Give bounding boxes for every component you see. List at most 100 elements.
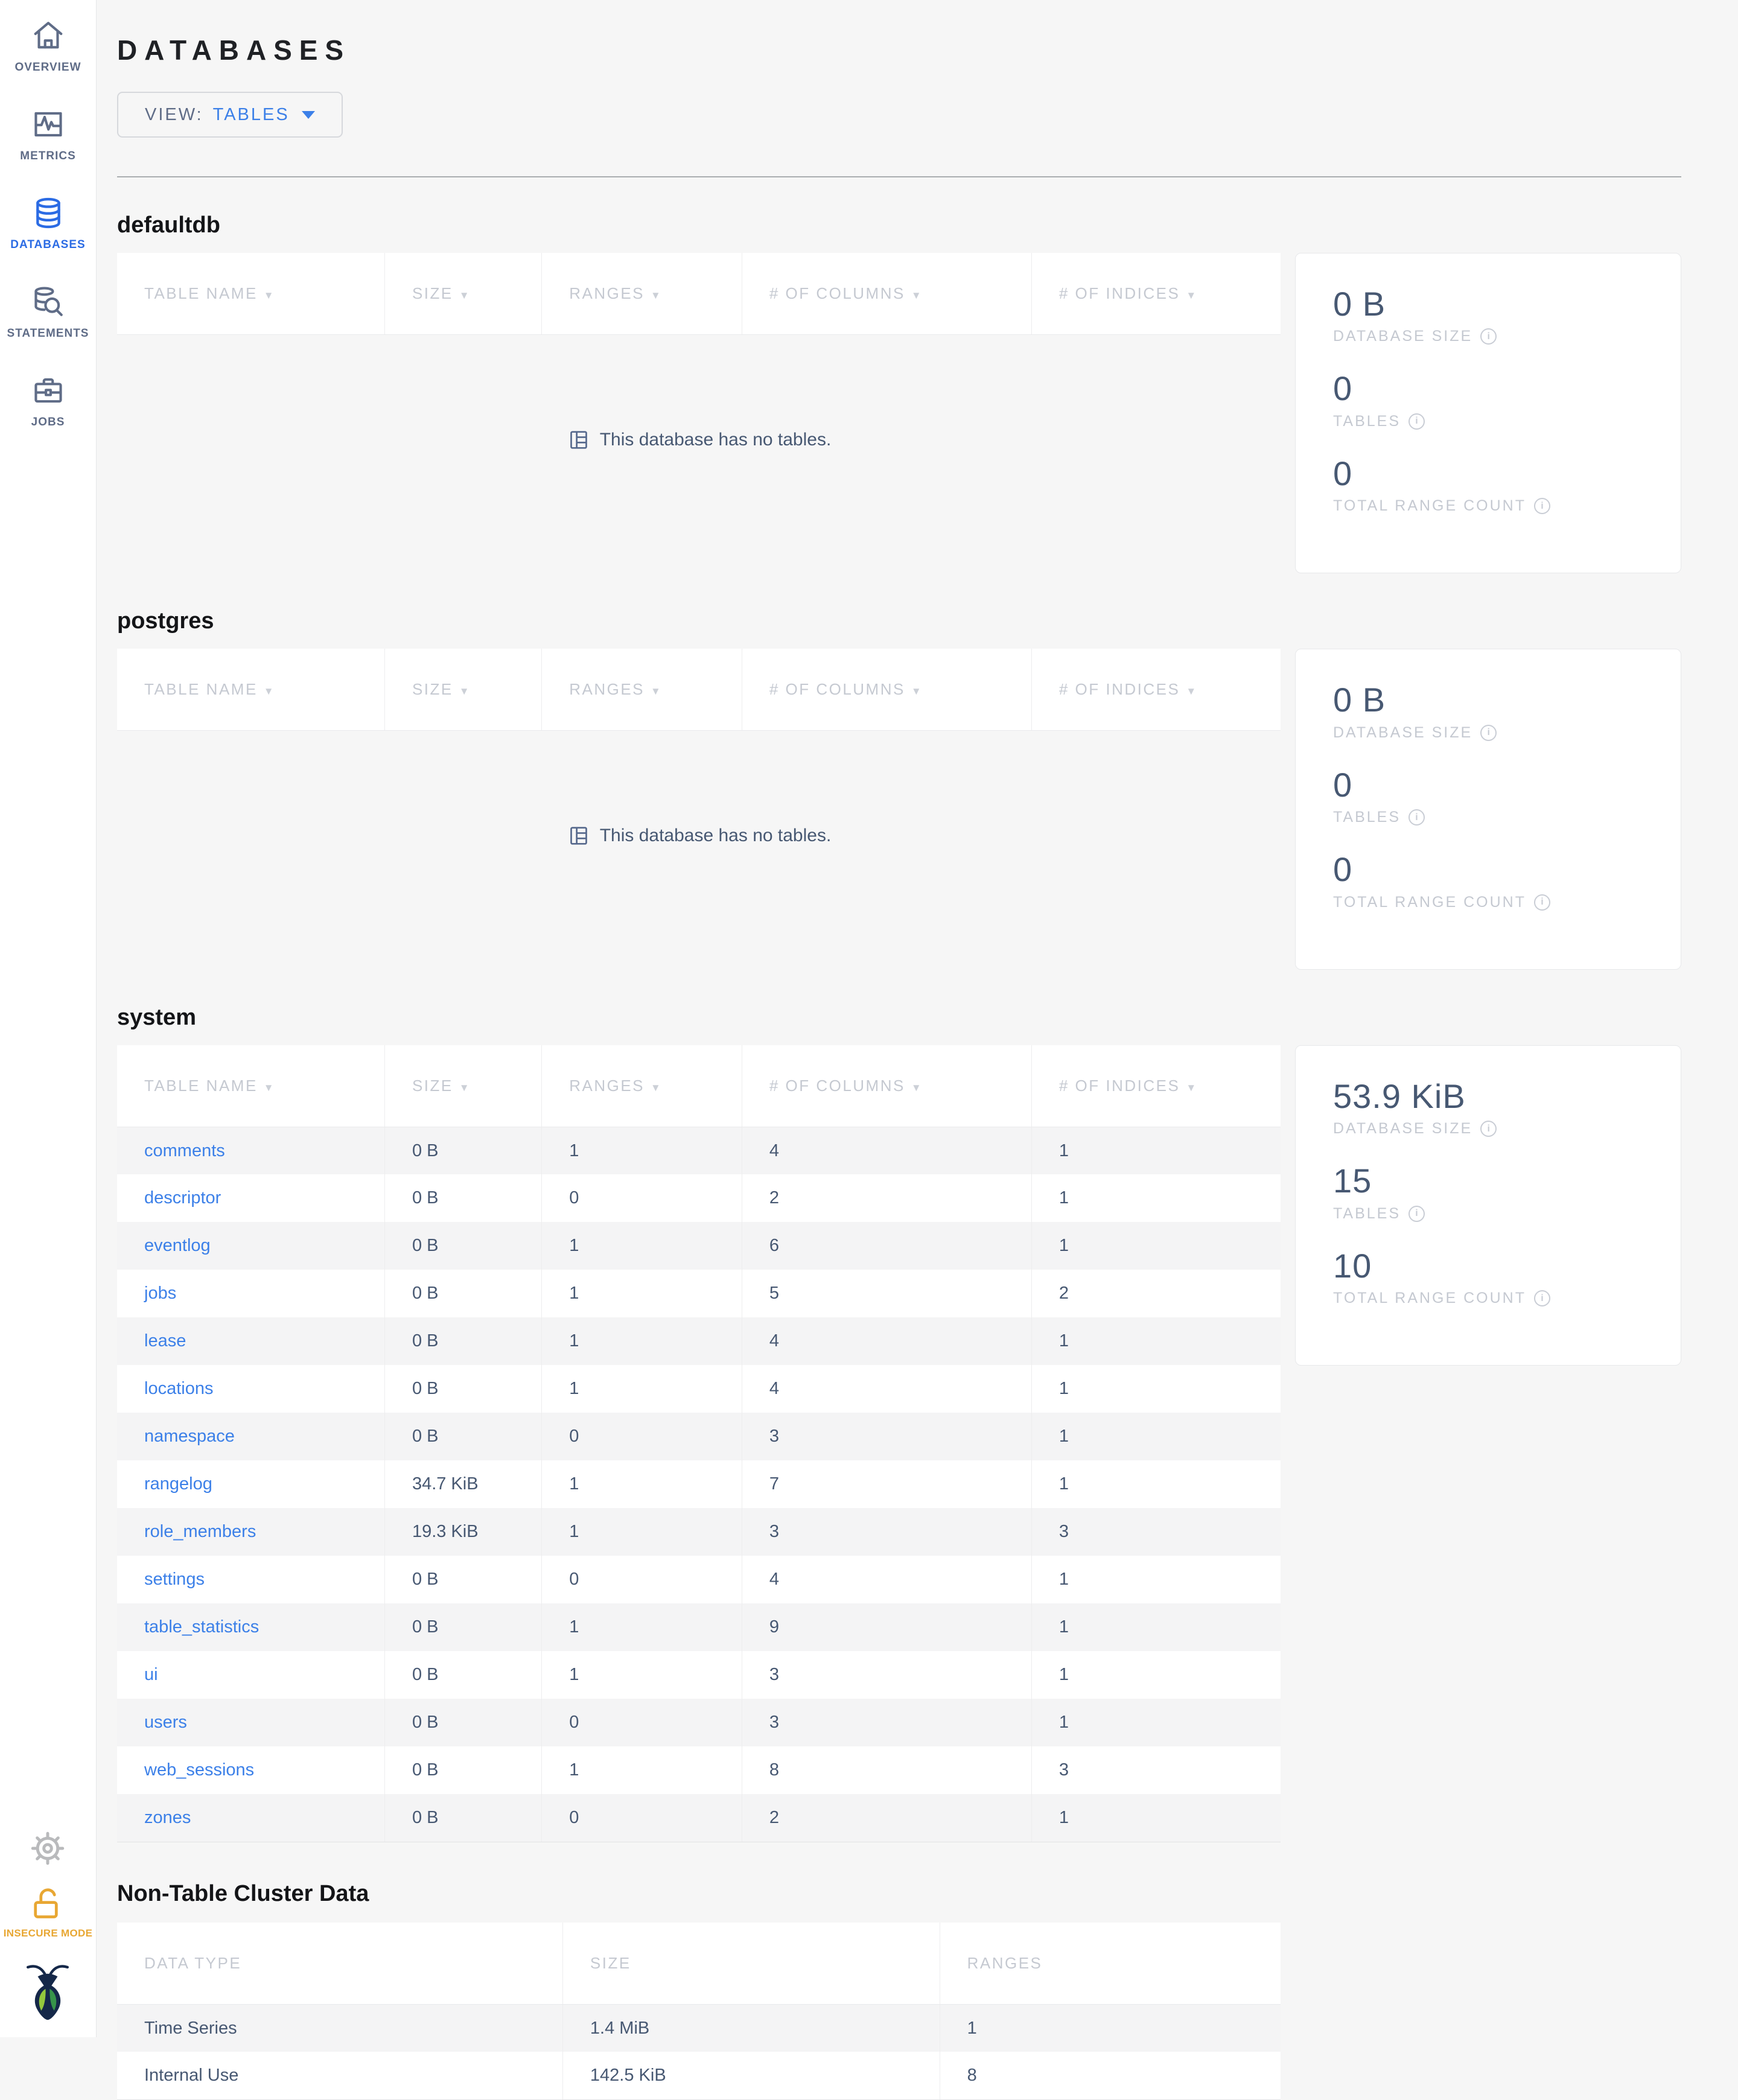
sidebar-item-databases[interactable]: DATABASES [0, 196, 96, 252]
size-cell: 1.4 MiB [562, 2004, 940, 2052]
sidebar-item-metrics[interactable]: METRICS [0, 107, 96, 163]
info-icon[interactable]: i [1534, 1290, 1551, 1307]
column-header-label: # OF COLUMNS [769, 680, 905, 699]
sidebar-item-statements[interactable]: STATEMENTS [0, 284, 96, 340]
columns-count-cell: 3 [742, 1508, 1032, 1556]
tables-count-label-text: TABLES [1333, 412, 1401, 430]
table-row: Internal Use 142.5 KiB 8 [117, 2052, 1281, 2100]
info-icon[interactable]: i [1534, 498, 1551, 515]
info-icon[interactable]: i [1480, 724, 1497, 741]
column-header-ranges[interactable]: RANGES ▼ [541, 1045, 742, 1127]
tables-count-label: TABLES i [1333, 809, 1643, 826]
tables-table: TABLE NAME ▼ SIZE ▼ RANGES ▼ # OF COLUMNS ▼ # OF… [117, 253, 1281, 335]
total-range-count-label: TOTAL RANGE COUNT i [1333, 1290, 1643, 1307]
column-header-of-indices[interactable]: # OF INDICES ▼ [1031, 253, 1281, 335]
size-cell: 0 B [384, 1699, 543, 1747]
size-cell: 0 B [384, 1651, 543, 1699]
table-link[interactable]: zones [144, 1808, 191, 1827]
columns-count-cell: 7 [742, 1460, 1032, 1509]
column-header-size[interactable]: SIZE ▼ [384, 253, 543, 335]
table-link[interactable]: eventlog [144, 1236, 211, 1255]
table-link[interactable]: settings [144, 1570, 205, 1589]
table-link[interactable]: users [144, 1713, 187, 1732]
insecure-mode-indicator[interactable]: INSECURE MODE [4, 1885, 92, 1939]
table-row: role_members 19.3 KiB 1 3 3 [117, 1508, 1281, 1556]
sidebar-item-label: JOBS [31, 416, 65, 428]
gear-icon [28, 1828, 68, 1868]
table-row: namespace 0 B03 1 [117, 1413, 1281, 1461]
metrics-graph-icon [31, 107, 66, 142]
table-link[interactable]: table_statistics [144, 1617, 259, 1637]
table-header-row: TABLE NAME ▼ SIZE ▼ RANGES ▼ # OF COLUMNS ▼ # OF… [117, 649, 1281, 731]
table-link[interactable]: namespace [144, 1427, 235, 1446]
sort-caret-icon: ▼ [1186, 1081, 1198, 1093]
settings-button[interactable] [28, 1828, 68, 1868]
table-link[interactable]: comments [144, 1141, 225, 1160]
column-header-of-indices[interactable]: # OF INDICES ▼ [1031, 649, 1281, 731]
table-name-cell: eventlog [117, 1222, 385, 1270]
indices-count-cell: 1 [1058, 1141, 1069, 1160]
table-row: Time Series 1.4 MiB 1 [117, 2004, 1281, 2052]
info-icon[interactable]: i [1409, 413, 1425, 430]
view-dropdown[interactable]: VIEW: TABLES [117, 92, 343, 138]
info-icon[interactable]: i [1409, 1205, 1425, 1222]
sidebar-item-overview[interactable]: OVERVIEW [0, 18, 96, 74]
insecure-mode-label: INSECURE MODE [3, 1927, 93, 1939]
column-header-of-columns[interactable]: # OF COLUMNS ▼ [742, 649, 1032, 731]
table-link[interactable]: role_members [144, 1522, 256, 1541]
column-header-of-columns[interactable]: # OF COLUMNS ▼ [742, 1045, 1032, 1127]
database-section-defaultdb: defaultdb TABLE NAME ▼ SIZE ▼ RANGES ▼ # OF COL… [117, 212, 1681, 574]
tables-count-label: TABLES i [1333, 1205, 1643, 1223]
column-header-ranges: RANGES [940, 1922, 1281, 2005]
non-table-heading: Non-Table Cluster Data [117, 1880, 369, 1906]
table-link[interactable]: ui [144, 1665, 158, 1684]
table-link[interactable]: jobs [144, 1284, 176, 1303]
size-cell: 0 B [384, 1317, 543, 1366]
database-name-heading: system [117, 1004, 196, 1030]
column-header-of-indices[interactable]: # OF INDICES ▼ [1031, 1045, 1281, 1127]
table-link[interactable]: web_sessions [144, 1760, 254, 1780]
table-row: rangelog 34.7 KiB 1 7 1 [117, 1460, 1281, 1509]
sort-caret-icon: ▼ [1186, 686, 1198, 698]
table-header-row: TABLE NAME ▼ SIZE ▼ RANGES ▼ # OF COLUMNS ▼ # OF… [117, 253, 1281, 335]
column-header-ranges[interactable]: RANGES ▼ [541, 649, 742, 731]
tables-table-wrap: TABLE NAME ▼ SIZE ▼ RANGES ▼ # OF COLUMNS ▼ # OF… [117, 649, 1281, 941]
sidebar-nav: OVERVIEW METRICS DATABASES STATEMENTS JOBS [0, 0, 96, 462]
database-size-value: 0 B [1333, 681, 1386, 719]
caret-down-icon [301, 110, 315, 119]
indices-count-cell: 1 [1058, 1188, 1069, 1208]
column-header-table-name[interactable]: TABLE NAME ▼ [117, 253, 385, 335]
info-icon[interactable]: i [1480, 328, 1497, 345]
info-icon[interactable]: i [1480, 1121, 1497, 1138]
info-icon[interactable]: i [1534, 894, 1551, 911]
tables-count-label: TABLES i [1333, 413, 1643, 430]
home-icon [31, 18, 66, 53]
column-header-table-name[interactable]: TABLE NAME ▼ [117, 1045, 385, 1127]
table-link[interactable]: rangelog [144, 1474, 212, 1494]
columns-count-cell: 3 [742, 1413, 1032, 1461]
column-header-size[interactable]: SIZE ▼ [384, 649, 543, 731]
table-link[interactable]: descriptor [144, 1188, 221, 1208]
data-type-cell: Internal Use [117, 2052, 563, 2100]
column-header-of-columns[interactable]: # OF COLUMNS ▼ [742, 253, 1032, 335]
columns-count-cell: 4 [742, 1556, 1032, 1604]
columns-count-cell: 3 [742, 1699, 1032, 1747]
info-icon[interactable]: i [1409, 809, 1425, 826]
column-header-size[interactable]: SIZE ▼ [384, 1045, 543, 1127]
ranges-cell: 1 [541, 1222, 742, 1270]
size-cell: 0 B [384, 1413, 543, 1461]
columns-count-cell: 2 [742, 1174, 1032, 1223]
table-name-cell: web_sessions [117, 1746, 385, 1795]
column-header-ranges[interactable]: RANGES ▼ [541, 253, 742, 335]
column-header-label: SIZE [412, 284, 453, 302]
database-section-body: TABLE NAME ▼ SIZE ▼ RANGES ▼ # OF COLUMNS ▼ # OF… [117, 253, 1681, 574]
table-link[interactable]: lease [144, 1331, 186, 1351]
ranges-cell: 0 [541, 1413, 742, 1461]
tables-count-value: 0 [1333, 765, 1353, 804]
sidebar-item-jobs[interactable]: JOBS [0, 373, 96, 429]
size-cell: 0 B [384, 1556, 543, 1604]
column-header-table-name[interactable]: TABLE NAME ▼ [117, 649, 385, 731]
database-size-stat: 0 B DATABASE SIZE i [1333, 681, 1643, 741]
table-link[interactable]: locations [144, 1379, 213, 1398]
total-range-count-value: 10 [1333, 1246, 1372, 1285]
